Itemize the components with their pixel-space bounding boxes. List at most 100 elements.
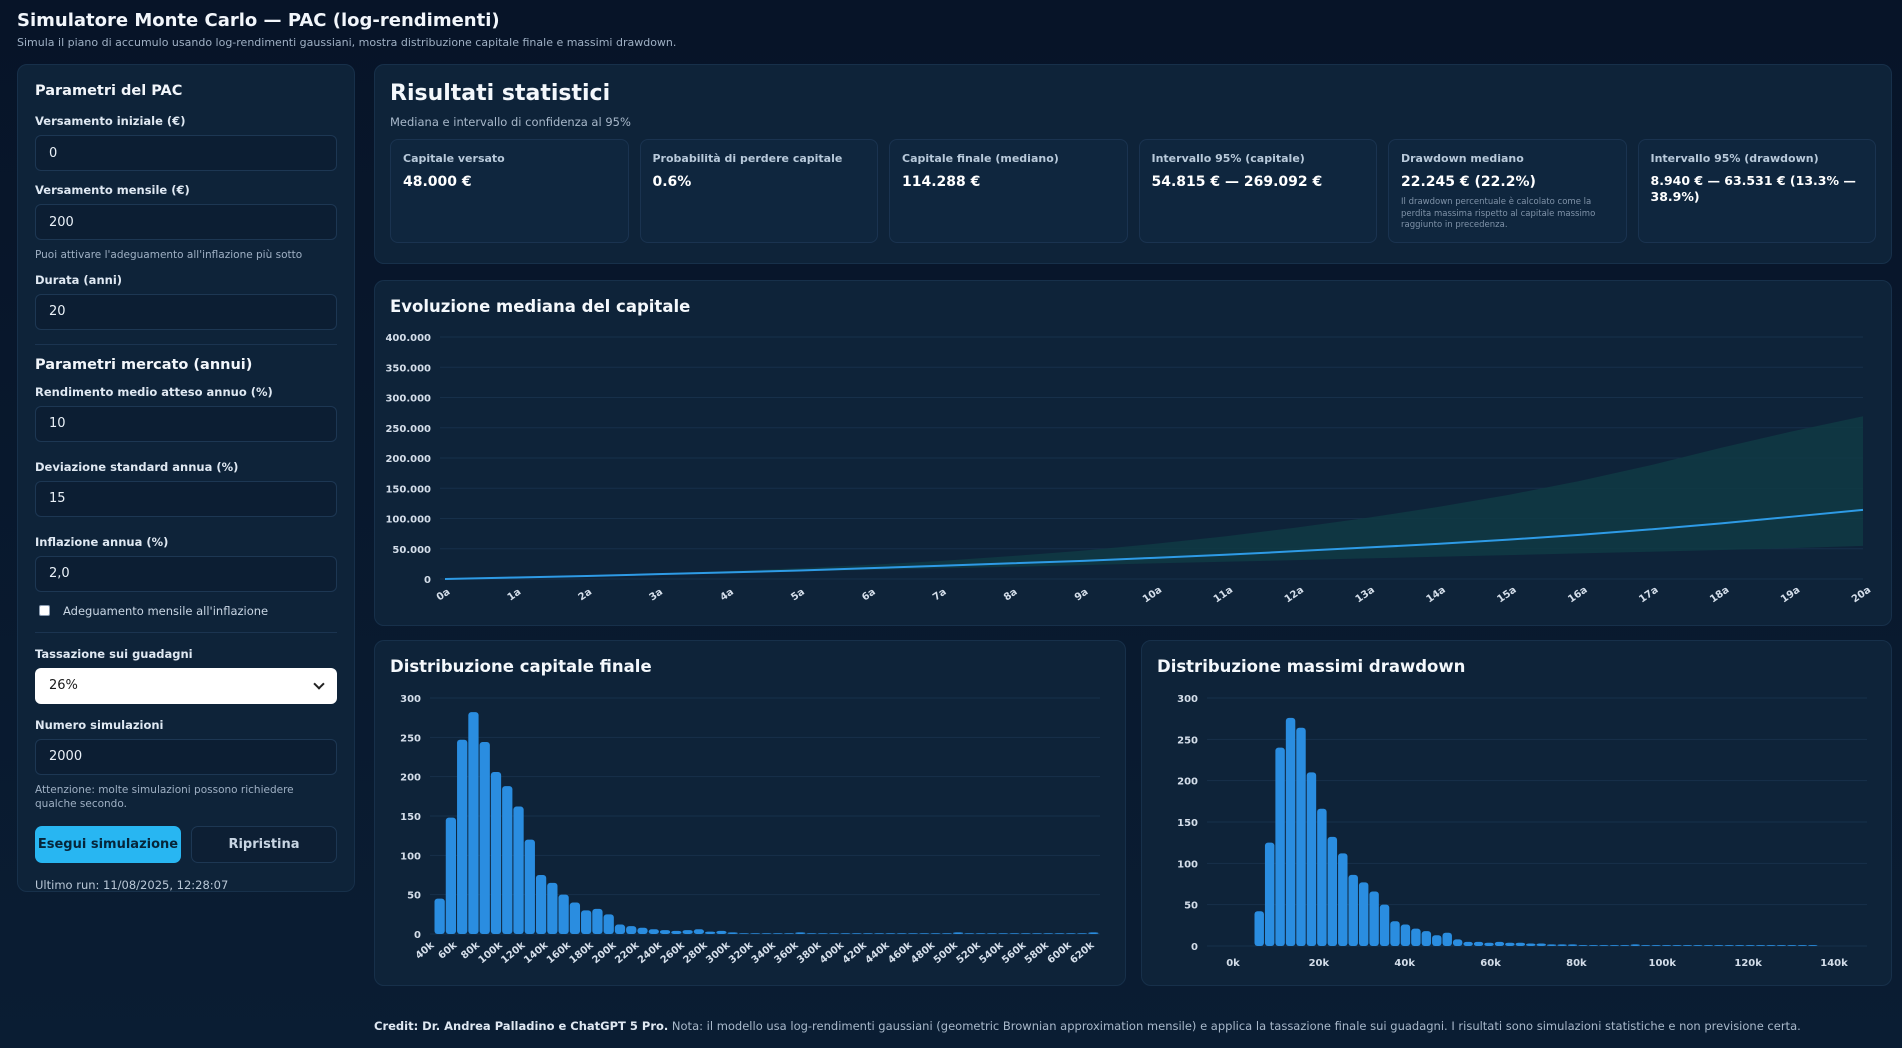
- x-tick-label: 160k: [545, 940, 573, 966]
- histogram-bar: [1703, 945, 1714, 946]
- x-tick-label: 15a: [1495, 585, 1518, 606]
- histogram-bar: [1358, 882, 1369, 946]
- monthly-deposit-hint: Puoi attivare l'adeguamento all'inflazio…: [35, 249, 303, 261]
- x-tick-label: 100k: [1649, 958, 1677, 969]
- stat-card-median-final: Capitale finale (mediano) 114.288 €: [889, 139, 1128, 243]
- x-tick-label: 140k: [1820, 958, 1848, 969]
- histogram-bar: [1745, 945, 1755, 946]
- histogram-bar: [682, 930, 693, 934]
- histogram-bar: [1682, 945, 1693, 946]
- y-tick-label: 200: [1177, 777, 1198, 788]
- expected-return-input[interactable]: 10: [35, 405, 337, 442]
- histogram-bar: [614, 924, 626, 934]
- histogram-bar: [1473, 941, 1484, 946]
- x-tick-label: 60k: [1480, 958, 1501, 969]
- x-tick-label: 10a: [1141, 585, 1164, 606]
- histogram-bar: [1714, 945, 1724, 946]
- run-simulation-button[interactable]: Esegui simulazione: [35, 826, 181, 864]
- histogram-bar: [1494, 941, 1505, 946]
- histogram-bar: [445, 817, 457, 934]
- duration-label: Durata (anni): [35, 272, 123, 287]
- histogram-bar: [1599, 945, 1609, 946]
- x-tick-label: 100k: [477, 940, 505, 966]
- x-tick-label: 220k: [613, 940, 641, 966]
- capital-evolution-panel: Evoluzione mediana del capitale 0 50.000 1…: [374, 280, 1892, 626]
- y-tick-label: 50: [407, 891, 421, 902]
- histogram-bar: [738, 933, 750, 934]
- initial-deposit-input[interactable]: 0: [35, 135, 337, 171]
- footer-disclaimer: Nota: il modello usa log-rendimenti gaus…: [668, 1019, 1801, 1033]
- histogram-bar: [1390, 921, 1400, 946]
- stat-card-label: Probabilità di perdere capitale: [652, 152, 843, 165]
- y-tick-label: 150: [1177, 818, 1198, 829]
- y-tick-label: 300.000: [385, 394, 431, 405]
- histogram-bar: [817, 933, 828, 934]
- x-tick-label: 5a: [789, 587, 807, 604]
- histogram-bar: [479, 742, 490, 934]
- x-tick-label: 11a: [1212, 585, 1235, 606]
- histogram-bar: [547, 882, 558, 934]
- histogram-bar: [1254, 911, 1264, 946]
- y-tick-label: 350.000: [385, 363, 431, 374]
- histogram-bar: [1296, 727, 1306, 946]
- x-tick-label: 440k: [864, 940, 892, 966]
- inflation-label: Inflazione annua (%): [35, 534, 169, 549]
- x-tick-label: 60k: [436, 940, 459, 962]
- histogram-bar: [1327, 836, 1338, 946]
- x-tick-label: 2a: [577, 587, 595, 604]
- x-tick-label: 360k: [773, 940, 801, 966]
- stat-card-loss-probability: Probabilità di perdere capitale 0.6%: [639, 139, 878, 243]
- stat-card-label: Drawdown mediano: [1401, 152, 1524, 165]
- histogram-bar: [1505, 942, 1515, 946]
- tax-select[interactable]: 26%: [35, 667, 337, 704]
- x-tick-label: 120k: [1734, 958, 1762, 969]
- duration-input[interactable]: 20: [35, 293, 337, 330]
- x-tick-label: 20k: [1309, 958, 1330, 969]
- chevron-down-icon: [313, 678, 325, 690]
- histogram-bar: [1515, 942, 1526, 946]
- histogram-bar: [1054, 933, 1065, 934]
- statistics-title: Risultati statistici: [390, 81, 611, 106]
- inflation-adjust-checkbox[interactable]: [39, 605, 50, 617]
- x-tick-label: 120k: [499, 940, 527, 966]
- histogram-bar: [1306, 772, 1317, 946]
- histogram-bar: [513, 806, 524, 934]
- y-tick-label: 400.000: [385, 333, 431, 344]
- x-tick-label: 140k: [522, 940, 550, 966]
- inflation-adjust-row[interactable]: Adeguamento mensile all'inflazione: [35, 604, 337, 618]
- histogram-bar: [828, 933, 840, 934]
- y-tick-label: 300: [1177, 694, 1198, 705]
- section-divider: [35, 343, 337, 345]
- reset-button[interactable]: Ripristina: [191, 826, 337, 864]
- stat-card-value: 0.6%: [652, 174, 692, 190]
- section-divider: [35, 631, 337, 633]
- stddev-input[interactable]: 15: [35, 480, 337, 517]
- histogram-bar: [1043, 933, 1054, 934]
- histogram-bar: [851, 933, 862, 934]
- y-tick-label: 50.000: [392, 545, 431, 556]
- histogram-bar: [1076, 933, 1088, 934]
- histogram-bar: [941, 933, 952, 934]
- histogram-bar: [862, 933, 874, 934]
- y-tick-label: 0: [424, 575, 431, 586]
- initial-deposit-label: Versamento iniziale (€): [35, 114, 186, 128]
- footer-note: Credit: Dr. Andrea Palladino e ChatGPT 5…: [374, 1019, 1892, 1033]
- y-tick-label: 200: [400, 773, 421, 784]
- x-tick-label: 280k: [681, 940, 709, 966]
- inflation-input[interactable]: 2,0: [35, 555, 337, 592]
- simulations-input[interactable]: 2000: [35, 738, 337, 775]
- capital-evolution-chart: 0 50.000 100.000 150.000 200.000 250.000 300.0…: [385, 333, 1873, 606]
- y-tick-label: 200.000: [385, 454, 431, 465]
- stat-card-value: 54.815 € — 269.092 €: [1151, 174, 1323, 190]
- histogram-bar: [1609, 945, 1620, 946]
- stat-card-drawdown-interval: Intervallo 95% (drawdown) 8.940 € — 63.5…: [1637, 139, 1876, 243]
- final-capital-histogram: 05010015020025030040k 60k 80k100k120k140k1…: [400, 694, 1100, 966]
- histogram-bar: [1546, 944, 1557, 946]
- x-tick-label: 600k: [1046, 940, 1074, 966]
- histogram-bar: [1651, 945, 1661, 946]
- histogram-bar: [558, 894, 569, 934]
- stat-card-value: 8.940 € — 63.531 € (13.3% — 38.9%): [1650, 173, 1856, 205]
- monthly-deposit-input[interactable]: 200: [35, 204, 337, 240]
- market-section-title: Parametri mercato (annui): [35, 356, 253, 373]
- histogram-bar: [806, 933, 817, 934]
